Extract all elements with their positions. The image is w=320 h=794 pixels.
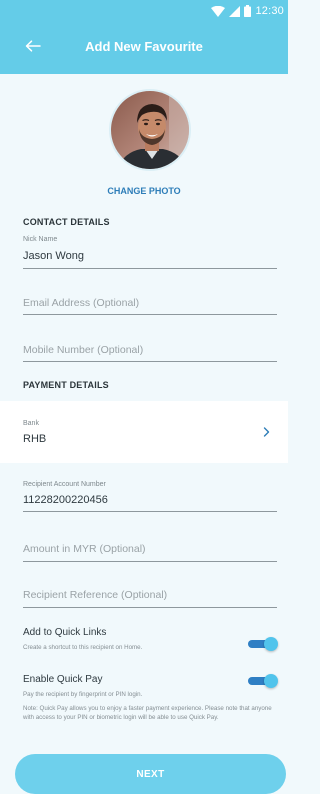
mobile-field[interactable]: Mobile Number (Optional) <box>23 341 277 362</box>
change-photo-link[interactable]: CHANGE PHOTO <box>0 186 288 196</box>
nick-name-value: Jason Wong <box>23 250 84 262</box>
bank-value: RHB <box>23 433 47 445</box>
status-time: 12:30 <box>255 5 284 17</box>
account-number-value: 11228200220456 <box>23 494 108 506</box>
amount-field[interactable]: Amount in MYR (Optional) <box>23 541 277 562</box>
nick-name-label: Nick Name <box>23 236 58 243</box>
account-number-field[interactable]: Recipient Account Number 11228200220456 <box>23 481 277 512</box>
chevron-right-icon <box>260 425 272 439</box>
contact-details-heading: CONTACT DETAILS <box>23 217 110 227</box>
photo-section: CHANGE PHOTO <box>0 74 288 202</box>
toggle-knob <box>264 674 278 688</box>
toggle-knob <box>264 637 278 651</box>
signal-icon <box>229 5 241 17</box>
quick-pay-description: Pay the recipient by fingerprint or PIN … <box>23 691 143 698</box>
next-button[interactable]: NEXT <box>15 754 286 794</box>
nick-name-field[interactable]: Nick Name Jason Wong <box>23 236 277 269</box>
amount-placeholder: Amount in MYR (Optional) <box>23 543 146 555</box>
status-bar: 12:30 <box>0 0 288 22</box>
avatar[interactable] <box>109 89 191 171</box>
mobile-placeholder: Mobile Number (Optional) <box>23 344 144 356</box>
quick-pay-toggle[interactable] <box>248 674 278 688</box>
add-favourite-screen: 12:30 Add New Favourite CHANGE PHOTO CON… <box>0 0 288 794</box>
quick-links-description: Create a shortcut to this recipient on H… <box>23 644 143 651</box>
profile-photo <box>111 91 189 169</box>
bank-selector[interactable]: Bank RHB <box>0 401 288 463</box>
battery-icon <box>244 5 252 17</box>
email-field[interactable]: Email Address (Optional) <box>23 294 277 315</box>
quick-links-title: Add to Quick Links <box>23 627 107 638</box>
account-number-label: Recipient Account Number <box>23 481 106 488</box>
payment-details-heading: PAYMENT DETAILS <box>23 380 109 390</box>
status-icons: 12:30 <box>211 4 284 18</box>
app-header: Add New Favourite <box>0 22 288 74</box>
quick-links-toggle[interactable] <box>248 637 278 651</box>
page-title: Add New Favourite <box>85 39 203 54</box>
quick-pay-note: Note: Quick Pay allows you to enjoy a fa… <box>23 705 272 721</box>
quick-pay-title: Enable Quick Pay <box>23 674 103 685</box>
wifi-icon <box>211 5 226 17</box>
email-placeholder: Email Address (Optional) <box>23 297 140 309</box>
bank-label: Bank <box>23 420 39 427</box>
reference-placeholder: Recipient Reference (Optional) <box>23 589 168 601</box>
reference-field[interactable]: Recipient Reference (Optional) <box>23 587 277 608</box>
